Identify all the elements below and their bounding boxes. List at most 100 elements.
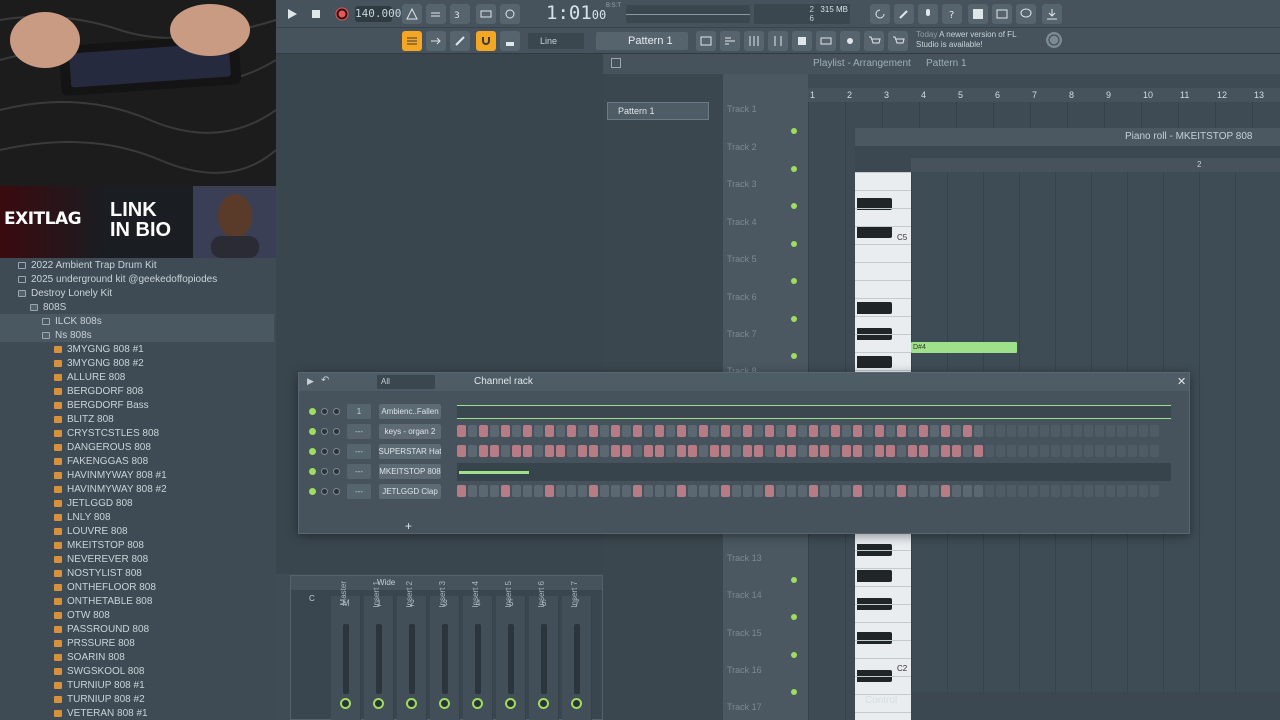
draw-tool-button[interactable] bbox=[450, 31, 470, 51]
step-button[interactable] bbox=[523, 445, 532, 457]
black-key[interactable] bbox=[857, 570, 892, 582]
channel-filter-select[interactable]: All bbox=[377, 375, 435, 389]
mixer-strip[interactable]: 4 Insert 4 bbox=[463, 581, 493, 720]
track-label[interactable]: Track 13 bbox=[727, 553, 762, 563]
step-button[interactable] bbox=[1062, 485, 1071, 497]
step-button[interactable] bbox=[589, 485, 598, 497]
black-key[interactable] bbox=[857, 302, 892, 314]
step-button[interactable] bbox=[732, 425, 741, 437]
browser-item[interactable]: SWGSKOOL 808 bbox=[0, 664, 274, 678]
step-button[interactable] bbox=[589, 425, 598, 437]
step-button[interactable] bbox=[512, 485, 521, 497]
pattern-selector[interactable]: Pattern 1 bbox=[596, 32, 688, 50]
channel-active-led[interactable] bbox=[309, 468, 316, 475]
step-button[interactable] bbox=[479, 425, 488, 437]
step-button[interactable] bbox=[809, 485, 818, 497]
step-button[interactable] bbox=[864, 425, 873, 437]
step-button[interactable] bbox=[1018, 485, 1027, 497]
step-button[interactable] bbox=[996, 425, 1005, 437]
step-button[interactable] bbox=[644, 485, 653, 497]
track-label[interactable]: Track 1 bbox=[727, 104, 757, 114]
step-button[interactable] bbox=[1084, 425, 1093, 437]
step-button[interactable] bbox=[908, 485, 917, 497]
step-button[interactable] bbox=[501, 425, 510, 437]
step-button[interactable] bbox=[512, 445, 521, 457]
step-button[interactable] bbox=[930, 425, 939, 437]
channel-pan-knob[interactable] bbox=[321, 428, 328, 435]
stop-button[interactable] bbox=[306, 4, 326, 24]
record-button[interactable] bbox=[332, 4, 352, 24]
step-button[interactable] bbox=[743, 445, 752, 457]
step-button[interactable] bbox=[622, 425, 631, 437]
browser-item[interactable]: 2025 underground kit @geekedoffopiodes bbox=[0, 272, 274, 286]
step-button[interactable] bbox=[512, 425, 521, 437]
step-button[interactable] bbox=[853, 425, 862, 437]
step-button[interactable] bbox=[567, 445, 576, 457]
step-button[interactable] bbox=[897, 485, 906, 497]
track-mute-led[interactable] bbox=[791, 241, 797, 247]
step-button[interactable] bbox=[974, 485, 983, 497]
step-button[interactable] bbox=[457, 445, 466, 457]
step-button[interactable] bbox=[622, 445, 631, 457]
browser-item[interactable]: SOARIN 808 bbox=[0, 650, 274, 664]
step-button[interactable] bbox=[1150, 445, 1159, 457]
arrow-tool-button[interactable] bbox=[426, 31, 446, 51]
mixer-strip[interactable]: 1 Insert 1 bbox=[364, 581, 394, 720]
step-button[interactable] bbox=[875, 485, 884, 497]
browser-item[interactable]: PRSSURE 808 bbox=[0, 636, 274, 650]
step-button[interactable] bbox=[479, 485, 488, 497]
countdown-button[interactable]: 3 bbox=[450, 4, 470, 24]
step-button[interactable] bbox=[941, 445, 950, 457]
step-button[interactable] bbox=[457, 485, 466, 497]
step-button[interactable] bbox=[963, 485, 972, 497]
step-button[interactable] bbox=[941, 425, 950, 437]
step-button[interactable] bbox=[1040, 425, 1049, 437]
step-button[interactable] bbox=[798, 445, 807, 457]
step-button[interactable] bbox=[578, 485, 587, 497]
step-button[interactable] bbox=[974, 445, 983, 457]
channel-name-button[interactable]: JETLGGD Clap bbox=[379, 484, 441, 499]
channel-mixer-track[interactable]: --- bbox=[347, 444, 371, 459]
undo-history-button[interactable] bbox=[870, 4, 890, 24]
channel-name-button[interactable]: SUPERSTAR Hat bbox=[379, 444, 441, 459]
magnet-button[interactable] bbox=[476, 31, 496, 51]
channel-volume-knob[interactable] bbox=[333, 468, 340, 475]
black-key[interactable] bbox=[857, 226, 892, 238]
channel-volume-knob[interactable] bbox=[333, 428, 340, 435]
step-button[interactable] bbox=[600, 485, 609, 497]
step-button[interactable] bbox=[875, 425, 884, 437]
track-label[interactable]: Track 14 bbox=[727, 590, 762, 600]
browser-item[interactable]: LNLY 808 bbox=[0, 510, 274, 524]
black-key[interactable] bbox=[857, 632, 892, 644]
metronome-button[interactable] bbox=[402, 4, 422, 24]
step-button[interactable] bbox=[776, 445, 785, 457]
browser-item[interactable]: HAVINMYWAY 808 #1 bbox=[0, 468, 274, 482]
track-mute-led[interactable] bbox=[791, 278, 797, 284]
step-button[interactable] bbox=[677, 425, 686, 437]
track-mute-led[interactable] bbox=[791, 577, 797, 583]
step-button[interactable] bbox=[831, 445, 840, 457]
step-button[interactable] bbox=[1051, 445, 1060, 457]
download-button[interactable] bbox=[1042, 4, 1062, 24]
browser-item[interactable]: Destroy Lonely Kit bbox=[0, 286, 274, 300]
track-mute-led[interactable] bbox=[791, 203, 797, 209]
track-mute-led[interactable] bbox=[791, 689, 797, 695]
step-button[interactable] bbox=[688, 425, 697, 437]
news-panel[interactable]: Today A newer version of FL Studio is av… bbox=[916, 30, 1026, 52]
track-mute-led[interactable] bbox=[791, 614, 797, 620]
step-button[interactable] bbox=[633, 445, 642, 457]
track-mute-led[interactable] bbox=[791, 652, 797, 658]
step-button[interactable] bbox=[831, 485, 840, 497]
step-button[interactable] bbox=[831, 425, 840, 437]
track-mute-led[interactable] bbox=[791, 166, 797, 172]
browser-item[interactable]: ONTHEFLOOR 808 bbox=[0, 580, 274, 594]
step-button[interactable] bbox=[952, 425, 961, 437]
step-button[interactable] bbox=[842, 485, 851, 497]
channel-audio-clip[interactable] bbox=[457, 405, 1171, 419]
step-button[interactable] bbox=[721, 485, 730, 497]
channel-mixer-track[interactable]: --- bbox=[347, 424, 371, 439]
browser-item[interactable]: ILCK 808s bbox=[0, 314, 274, 328]
step-button[interactable] bbox=[820, 425, 829, 437]
step-button[interactable] bbox=[897, 425, 906, 437]
step-button[interactable] bbox=[534, 485, 543, 497]
